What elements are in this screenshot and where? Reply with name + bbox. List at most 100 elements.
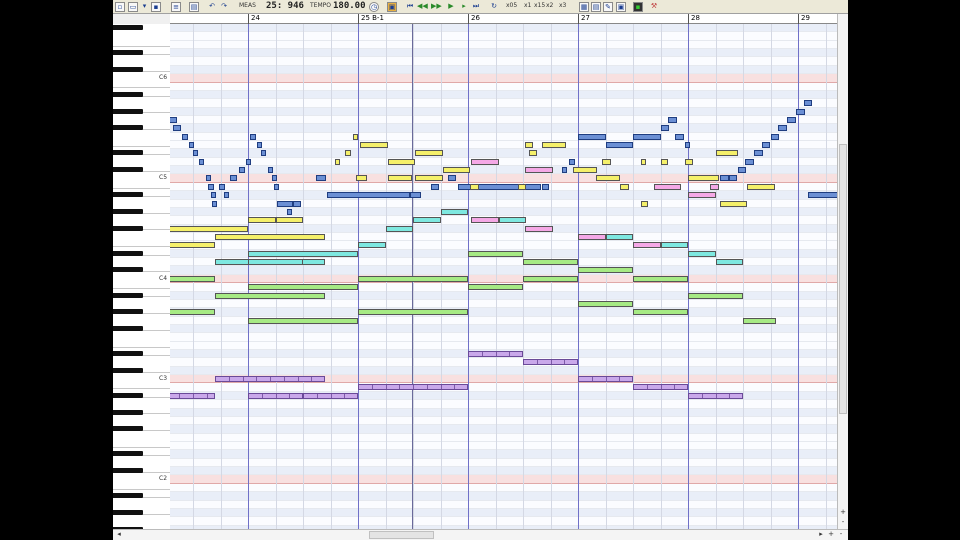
purple-bass-note[interactable] (578, 376, 633, 383)
pitch-row[interactable] (170, 492, 837, 501)
blue-note[interactable] (188, 142, 194, 149)
black-key[interactable] (113, 250, 143, 256)
vertical-scroll-thumb[interactable] (839, 144, 847, 414)
yellow-note[interactable] (344, 150, 352, 157)
blue-note[interactable] (803, 100, 813, 107)
yellow-note[interactable] (360, 142, 388, 149)
cyan-note[interactable] (248, 250, 358, 257)
cyan-note[interactable] (498, 217, 527, 224)
blue-note[interactable] (198, 158, 204, 165)
play-icon[interactable]: ▶ (446, 2, 456, 12)
pitch-row[interactable] (170, 341, 837, 351)
blue-note[interactable] (316, 175, 327, 182)
green-note[interactable] (468, 284, 523, 291)
green-note[interactable] (633, 275, 688, 282)
blue-note[interactable] (272, 175, 278, 182)
print-icon[interactable]: ▤ (189, 2, 199, 12)
pitch-row[interactable] (170, 32, 837, 41)
blue-note[interactable] (737, 167, 747, 174)
black-key[interactable] (113, 91, 143, 97)
pink-note[interactable] (710, 183, 719, 190)
pitch-row[interactable] (170, 400, 837, 409)
pink-note[interactable] (633, 242, 661, 249)
c-octave-row[interactable] (170, 475, 837, 484)
green-note[interactable] (215, 292, 325, 299)
yellow-note[interactable] (275, 217, 303, 224)
pitch-row[interactable] (170, 450, 837, 459)
pitch-row[interactable] (170, 141, 837, 150)
pitch-row[interactable] (170, 408, 837, 417)
yellow-note[interactable] (415, 150, 443, 157)
blue-note[interactable] (728, 175, 738, 182)
cyan-note[interactable] (715, 259, 743, 266)
pitch-row[interactable] (170, 483, 837, 493)
purple-bass-note[interactable] (215, 376, 325, 383)
black-key[interactable] (113, 509, 143, 515)
horizontal-scroll-thumb[interactable] (369, 531, 434, 539)
black-key[interactable] (113, 125, 143, 131)
blue-note[interactable] (293, 200, 301, 207)
green-note[interactable] (248, 317, 358, 324)
zoom-x2[interactable]: x2 (546, 2, 553, 9)
black-key[interactable] (113, 150, 143, 156)
pink-note[interactable] (688, 192, 716, 199)
blue-note[interactable] (170, 116, 177, 123)
save-icon[interactable]: ▪ (151, 2, 161, 12)
pitch-row[interactable] (170, 82, 837, 91)
blue-note[interactable] (267, 167, 273, 174)
purple-bass-note[interactable] (303, 392, 358, 399)
c-octave-row[interactable] (170, 274, 837, 284)
pitch-row[interactable] (170, 358, 837, 367)
blue-note[interactable] (633, 133, 661, 140)
yellow-note[interactable] (248, 217, 276, 224)
pink-note[interactable] (525, 167, 553, 174)
black-key[interactable] (113, 108, 143, 114)
measure-number[interactable]: 25 B-1 (358, 14, 384, 24)
blue-note[interactable] (770, 133, 780, 140)
measure-ruler[interactable]: 24 25 B-1 26 27 28 29 (170, 14, 837, 24)
scroll-right-icon[interactable]: ▸ (816, 530, 826, 539)
pitch-row[interactable] (170, 157, 837, 167)
blue-note[interactable] (256, 142, 262, 149)
blue-note[interactable] (684, 142, 691, 149)
blue-note[interactable] (173, 125, 181, 132)
black-key[interactable] (113, 208, 143, 214)
black-key[interactable] (113, 493, 143, 499)
yellow-note[interactable] (595, 175, 620, 182)
green-note[interactable] (358, 275, 468, 282)
purple-bass-note[interactable] (688, 392, 743, 399)
blue-note[interactable] (541, 183, 550, 190)
pitch-row[interactable] (170, 49, 837, 58)
blue-note[interactable] (668, 116, 677, 123)
blue-note[interactable] (219, 183, 225, 190)
pitch-row[interactable] (170, 425, 837, 434)
tool-icon[interactable]: ⚒ (649, 2, 659, 12)
blue-note[interactable] (569, 158, 575, 165)
vertical-scrollbar[interactable]: + - (837, 14, 848, 529)
green-note[interactable] (170, 275, 215, 282)
blue-note[interactable] (761, 142, 771, 149)
yellow-note[interactable] (541, 142, 566, 149)
pitch-row[interactable] (170, 24, 837, 33)
measure-number[interactable]: 26 (468, 14, 480, 24)
view-icon[interactable]: ▣ (616, 2, 626, 12)
black-key[interactable] (113, 66, 143, 72)
blue-note[interactable] (660, 125, 670, 132)
black-key[interactable] (113, 167, 143, 173)
pitch-row[interactable] (170, 433, 837, 442)
edit-icon[interactable]: ✎ (603, 2, 613, 12)
cyan-note[interactable] (605, 234, 633, 240)
blue-note[interactable] (674, 133, 684, 140)
cyan-note[interactable] (358, 242, 386, 249)
purple-bass-note[interactable] (358, 384, 468, 391)
scroll-left-icon[interactable]: ◂ (114, 530, 124, 539)
blue-note[interactable] (250, 133, 256, 140)
pitch-row[interactable] (170, 517, 837, 526)
vertical-zoom-in-button[interactable]: + (838, 508, 848, 517)
blue-note[interactable] (193, 150, 198, 157)
yellow-note[interactable] (387, 158, 416, 165)
blue-note[interactable] (754, 150, 763, 157)
zoom-x1[interactable]: x1 (524, 2, 531, 9)
redo-icon[interactable]: ↷ (219, 2, 229, 12)
yellow-note[interactable] (215, 234, 325, 240)
